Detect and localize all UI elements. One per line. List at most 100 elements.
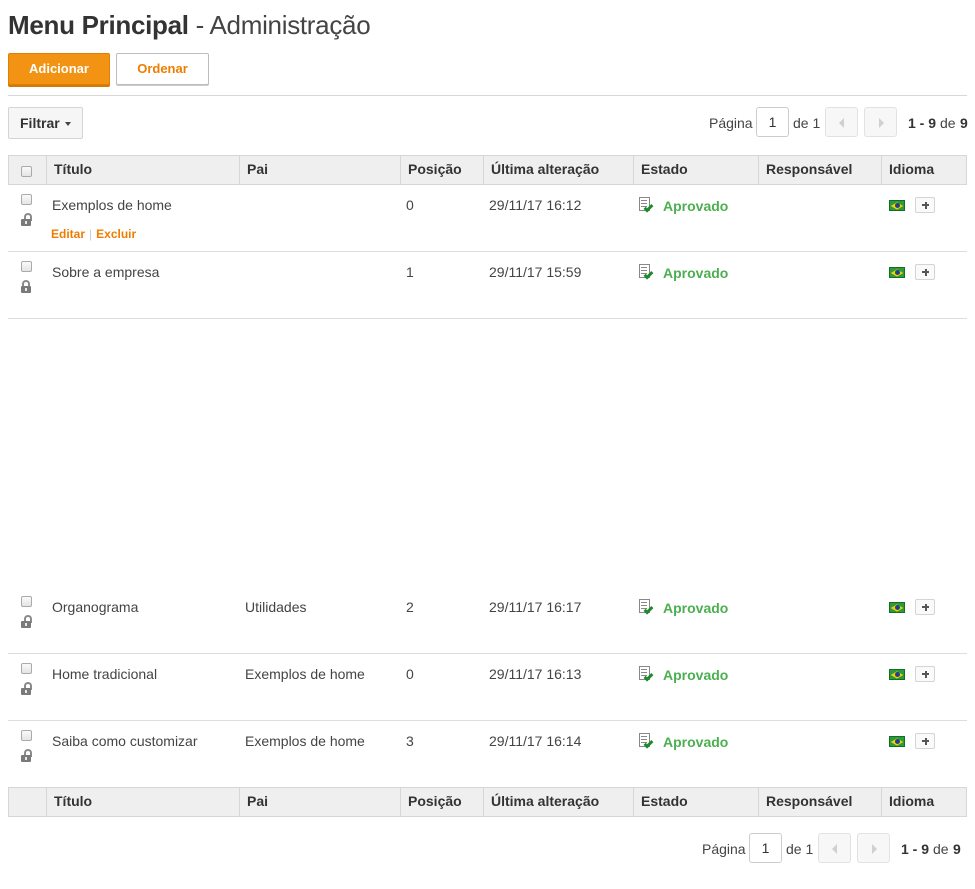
brazil-flag-icon[interactable] xyxy=(889,602,905,613)
column-header-language[interactable]: Idioma xyxy=(881,156,967,184)
row-checkbox[interactable] xyxy=(21,730,32,741)
row-position: 0 xyxy=(406,666,414,682)
column-footer-title[interactable]: Título xyxy=(46,788,239,816)
add-button[interactable]: Adicionar xyxy=(8,53,110,85)
item-total: 9 xyxy=(953,841,961,857)
brazil-flag-icon[interactable] xyxy=(889,267,905,278)
caret-down-icon xyxy=(65,122,71,126)
row-modified: 29/11/17 15:59 xyxy=(489,264,582,280)
row-state[interactable]: Aprovado xyxy=(663,667,728,683)
row-position: 2 xyxy=(406,599,414,615)
row-title[interactable]: Home tradicional xyxy=(52,666,157,682)
next-page-button[interactable] xyxy=(857,833,890,863)
lock-icon xyxy=(21,682,32,695)
row-parent: Exemplos de home xyxy=(245,733,365,749)
row-position: 1 xyxy=(406,264,414,280)
item-range: 1 - 9 xyxy=(908,115,937,131)
document-approved-icon xyxy=(639,733,654,749)
item-range-of-label: de xyxy=(940,115,956,131)
page-number-input[interactable]: 1 xyxy=(749,833,782,863)
action-separator: | xyxy=(89,227,93,241)
page-title: Menu Principal - Administração xyxy=(8,10,371,41)
column-header-title[interactable]: Título xyxy=(46,156,239,184)
row-state[interactable]: Aprovado xyxy=(663,600,728,616)
table-row[interactable]: Home tradicional Exemplos de home 0 29/1… xyxy=(8,654,967,721)
document-approved-icon xyxy=(639,666,654,682)
delete-link[interactable]: Excluir xyxy=(96,227,136,241)
row-position: 3 xyxy=(406,733,414,749)
plus-icon[interactable] xyxy=(915,666,935,682)
document-approved-icon xyxy=(639,197,654,213)
row-state[interactable]: Aprovado xyxy=(663,198,728,214)
column-footer-responsible[interactable]: Responsável xyxy=(758,788,881,816)
filter-label: Filtrar xyxy=(20,115,60,131)
plus-icon[interactable] xyxy=(915,197,935,213)
chevron-left-icon xyxy=(839,118,844,128)
page-number-input[interactable]: 1 xyxy=(756,107,789,137)
pagination-bottom: Página 1 de 1 1 - 9 de 9 xyxy=(702,833,967,865)
row-title[interactable]: Exemplos de home xyxy=(52,197,172,213)
page-label: Página xyxy=(709,115,753,131)
brazil-flag-icon[interactable] xyxy=(889,669,905,680)
row-modified: 29/11/17 16:17 xyxy=(489,599,582,615)
chevron-left-icon xyxy=(832,844,837,854)
plus-icon[interactable] xyxy=(915,264,935,280)
plus-icon[interactable] xyxy=(915,733,935,749)
plus-icon[interactable] xyxy=(915,599,935,615)
row-modified: 29/11/17 16:13 xyxy=(489,666,582,682)
table-row[interactable]: Saiba como customizar Exemplos de home 3… xyxy=(8,721,967,788)
column-header-modified[interactable]: Última alteração xyxy=(483,156,633,184)
pagination-top: Página 1 de 1 1 - 9 de 9 xyxy=(709,107,968,139)
page-title-separator: - xyxy=(188,10,210,40)
row-checkbox[interactable] xyxy=(21,663,32,674)
column-footer-position[interactable]: Posição xyxy=(400,788,483,816)
table-footer-header: Título Pai Posição Última alteração Esta… xyxy=(8,787,967,817)
header-select-cell xyxy=(9,156,46,184)
footer-select-cell xyxy=(9,788,46,816)
row-checkbox[interactable] xyxy=(21,194,32,205)
column-header-parent[interactable]: Pai xyxy=(239,156,400,184)
row-parent: Utilidades xyxy=(245,599,307,615)
brazil-flag-icon[interactable] xyxy=(889,736,905,747)
row-checkbox[interactable] xyxy=(21,596,32,607)
table-row[interactable]: Exemplos de home 0 29/11/17 16:12 Aprova… xyxy=(8,185,967,252)
row-title[interactable]: Saiba como customizar xyxy=(52,733,198,749)
edit-link[interactable]: Editar xyxy=(51,227,85,241)
item-range: 1 - 9 xyxy=(901,841,930,857)
page-title-sub: Administração xyxy=(209,10,371,40)
row-parent: Exemplos de home xyxy=(245,666,365,682)
lock-icon xyxy=(21,615,32,628)
document-approved-icon xyxy=(639,264,654,280)
previous-page-button[interactable] xyxy=(825,107,858,137)
next-page-button[interactable] xyxy=(864,107,897,137)
divider xyxy=(8,95,967,96)
select-all-checkbox[interactable] xyxy=(21,166,32,177)
filter-dropdown[interactable]: Filtrar xyxy=(8,107,83,139)
lock-icon xyxy=(21,213,32,226)
column-footer-modified[interactable]: Última alteração xyxy=(483,788,633,816)
row-state[interactable]: Aprovado xyxy=(663,734,728,750)
column-header-position[interactable]: Posição xyxy=(400,156,483,184)
chevron-right-icon xyxy=(872,844,877,854)
brazil-flag-icon[interactable] xyxy=(889,200,905,211)
column-header-state[interactable]: Estado xyxy=(633,156,758,184)
row-state[interactable]: Aprovado xyxy=(663,265,728,281)
page-title-main: Menu Principal xyxy=(8,10,189,40)
column-footer-state[interactable]: Estado xyxy=(633,788,758,816)
table-row[interactable]: Sobre a empresa 1 29/11/17 15:59 Aprovad… xyxy=(8,252,967,319)
row-checkbox[interactable] xyxy=(21,261,32,272)
row-title[interactable]: Sobre a empresa xyxy=(52,264,159,280)
column-footer-language[interactable]: Idioma xyxy=(881,788,967,816)
row-title[interactable]: Organograma xyxy=(52,599,138,615)
row-actions: Editar | Excluir xyxy=(51,227,136,241)
column-footer-parent[interactable]: Pai xyxy=(239,788,400,816)
column-header-responsible[interactable]: Responsável xyxy=(758,156,881,184)
item-total: 9 xyxy=(960,115,968,131)
order-button[interactable]: Ordenar xyxy=(116,53,209,85)
lock-icon xyxy=(21,749,32,762)
chevron-right-icon xyxy=(879,118,884,128)
page-of-label: de 1 xyxy=(793,115,821,131)
previous-page-button[interactable] xyxy=(818,833,851,863)
table-row[interactable]: Organograma Utilidades 2 29/11/17 16:17 … xyxy=(8,587,967,654)
row-modified: 29/11/17 16:14 xyxy=(489,733,582,749)
